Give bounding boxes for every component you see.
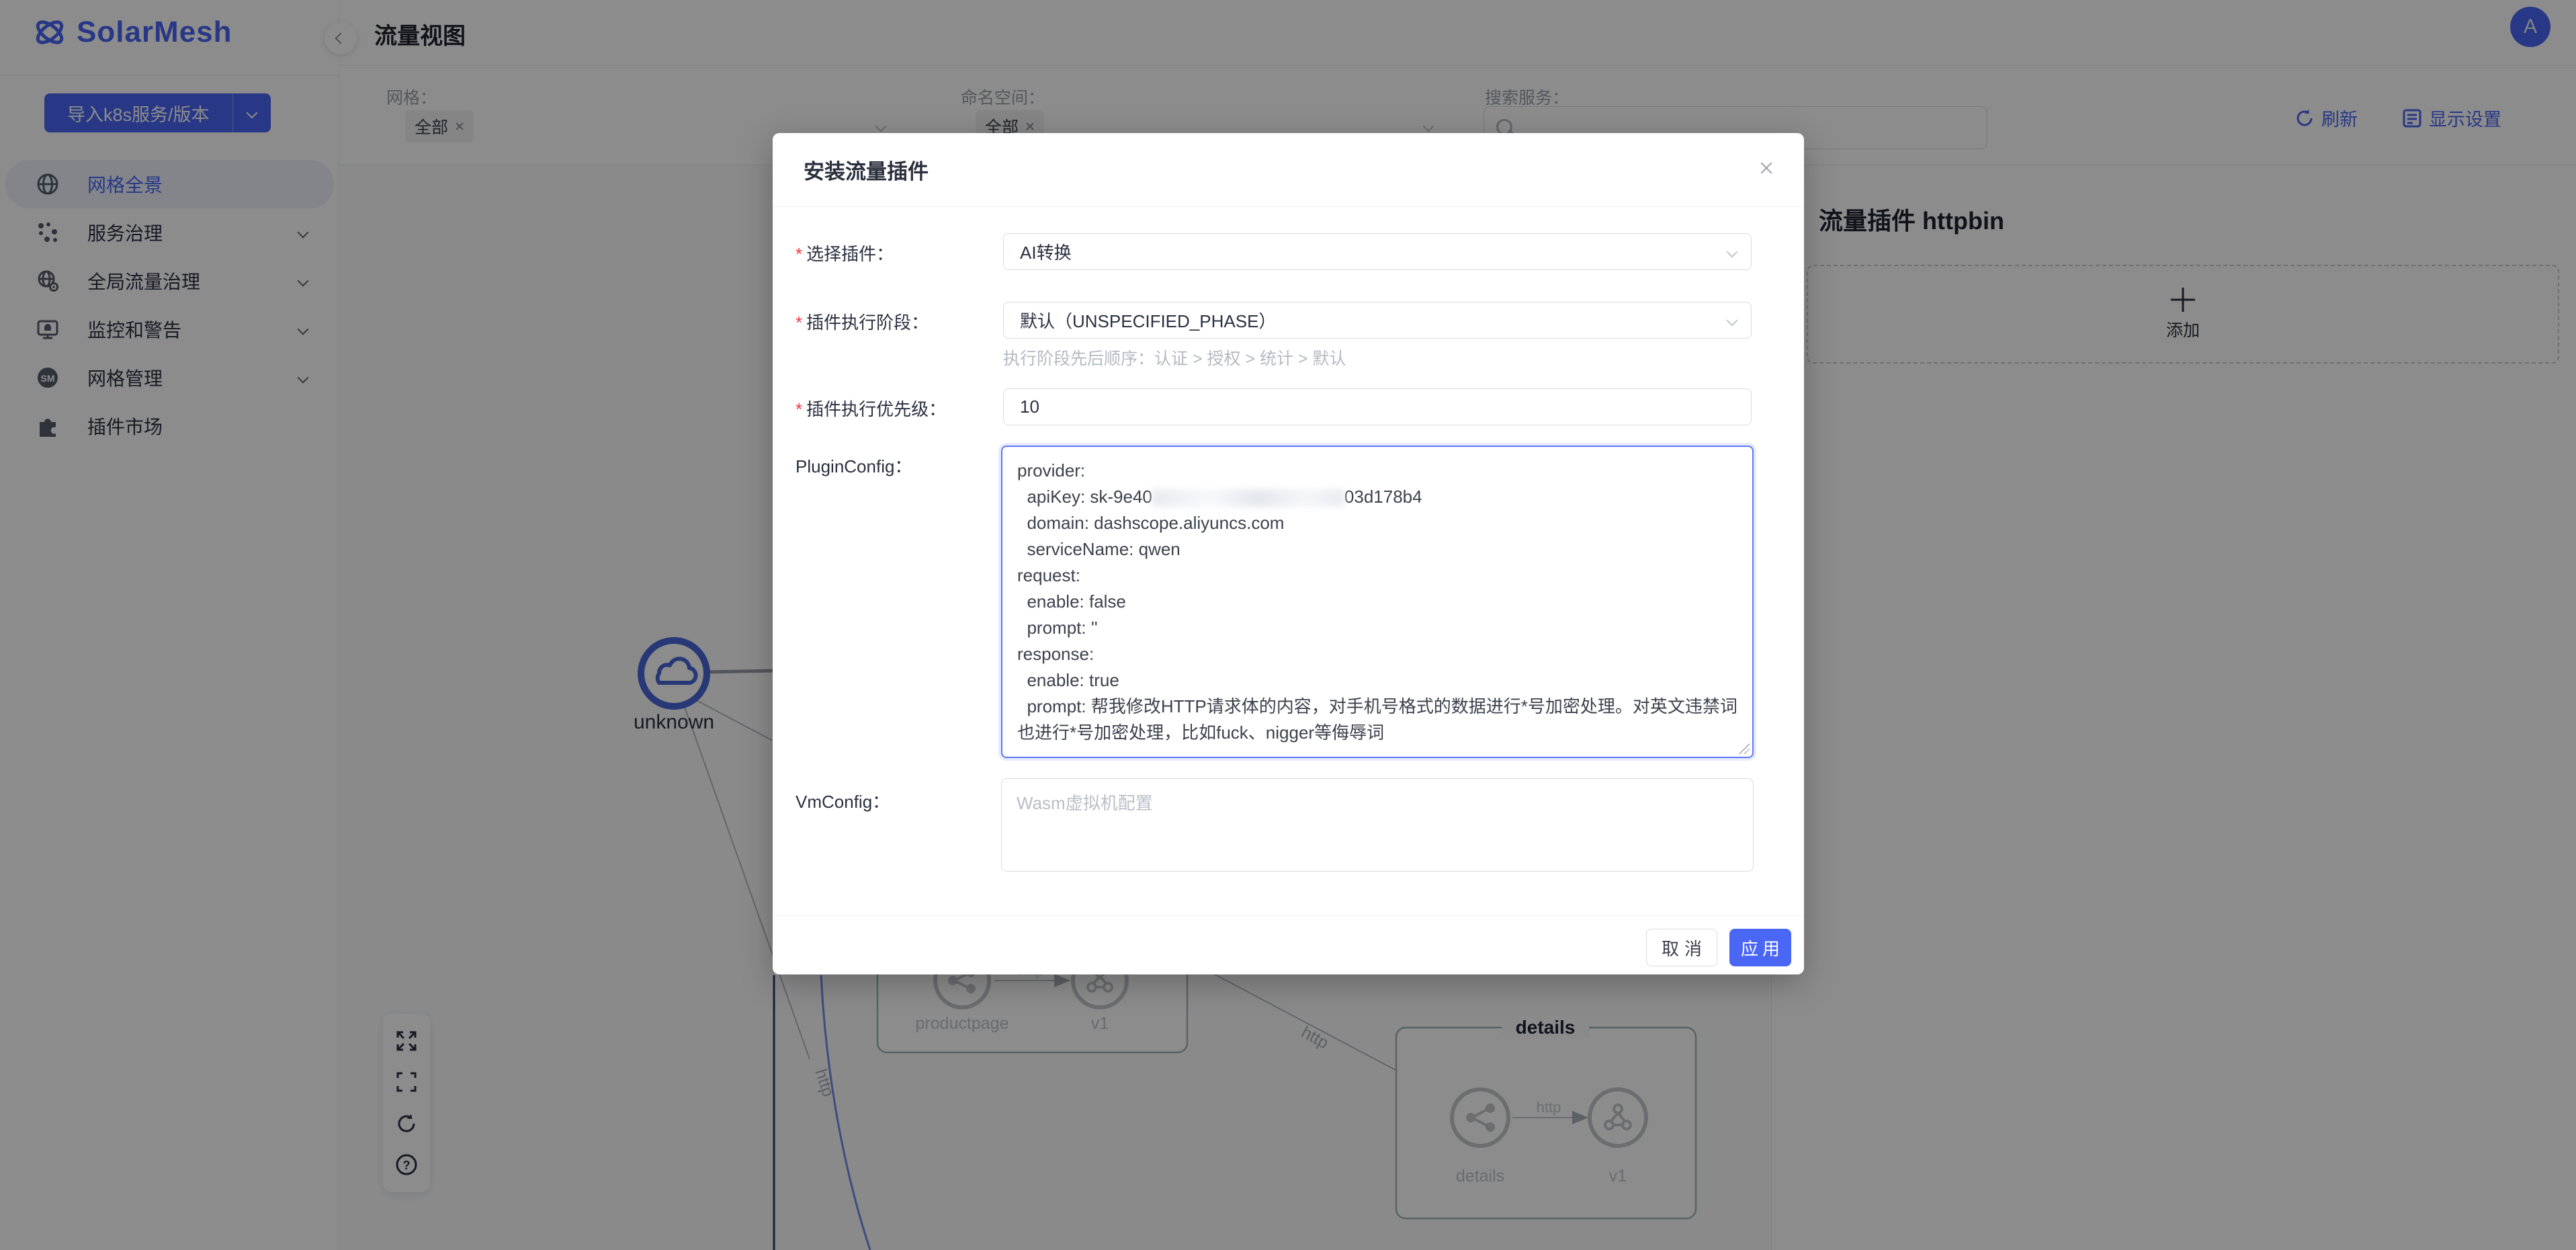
priority-input[interactable] [1003,388,1752,425]
config-line: provider: [1017,458,1737,484]
install-plugin-modal: 安装流量插件 *选择插件： AI转换 *插件执行阶段： 默认（UNSPECIFI… [773,133,1804,974]
plugin-config-label: PluginConfig： [796,453,912,478]
plugin-config-editor[interactable]: provider: apiKey: sk-9e40 03d178b4 domain… [1001,446,1754,758]
label-text: 插件执行优先级： [806,399,946,419]
plugin-select-label: *选择插件： [796,241,894,265]
config-line: response: [1017,641,1737,667]
vm-config-textarea[interactable] [1001,778,1754,872]
plugin-select-value: AI转换 [1020,239,1072,264]
phase-select-label: *插件执行阶段： [796,309,929,334]
config-line-apikey: apiKey: sk-9e40 03d178b4 [1017,484,1737,510]
config-line: domain: dashscope.aliyuncs.com [1017,510,1737,536]
priority-label: *插件执行优先级： [796,396,946,421]
apikey-prefix: apiKey: sk-9e40 [1017,487,1152,507]
config-line: enable: true [1017,667,1737,694]
app: SolarMesh 导入k8s服务/版本 网格全景 服务治理 [0,0,2576,1250]
modal-header-divider [773,206,1804,207]
close-icon [1759,161,1774,175]
modal-title: 安装流量插件 [804,155,929,185]
label-text: 插件执行阶段： [806,312,929,333]
phase-help-text: 执行阶段先后顺序：认证 > 授权 > 统计 > 默认 [1003,345,1346,370]
config-line: prompt: 帮我修改HTTP请求体的内容，对手机号格式的数据进行*号加密处理… [1017,694,1737,746]
config-line: enable: false [1017,589,1737,615]
required-mark: * [796,399,802,419]
modal-close-button[interactable] [1752,153,1781,183]
resize-handle[interactable] [1737,742,1750,754]
vm-config-label: VmConfig： [796,788,890,813]
plugin-select[interactable]: AI转换 [1003,233,1752,270]
apikey-suffix: 03d178b4 [1344,487,1422,507]
phase-select-value: 默认（UNSPECIFIED_PHASE） [1020,308,1276,333]
apply-button[interactable]: 应用 [1729,929,1791,966]
cancel-button[interactable]: 取消 [1646,929,1717,966]
modal-footer-divider [773,915,1804,916]
redacted-blur [1152,489,1344,507]
required-mark: * [796,312,802,333]
label-text: 选择插件： [806,244,894,264]
chevron-down-icon [1727,246,1738,257]
config-line: serviceName: qwen [1017,536,1737,562]
config-line: request: [1017,562,1737,589]
required-mark: * [796,244,802,264]
config-line: prompt: '' [1017,615,1737,641]
chevron-down-icon [1727,315,1738,326]
phase-select[interactable]: 默认（UNSPECIFIED_PHASE） [1003,302,1752,339]
